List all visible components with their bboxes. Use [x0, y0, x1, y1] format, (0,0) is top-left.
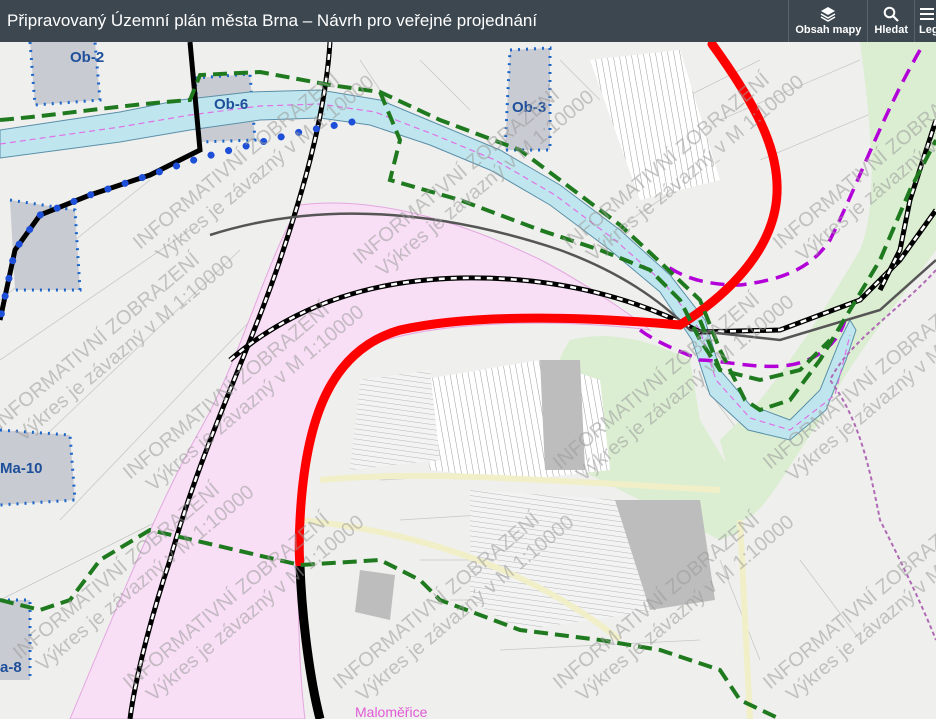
area-label-ob6: Ob-6 [214, 96, 248, 113]
legend-icon [920, 8, 934, 20]
area-label-ob2: Ob-2 [70, 49, 104, 66]
place-label-malomerice: Maloměřice [355, 704, 428, 719]
area-label-ma10: Ma-10 [0, 460, 43, 477]
field-grey-3 [355, 570, 395, 620]
legend-button[interactable]: Legenda [914, 0, 936, 42]
legend-label: Legenda [919, 24, 936, 36]
map-contents-button[interactable]: Obsah mapy [788, 0, 867, 42]
page-title: Připravovaný Územní plán města Brna – Ná… [7, 11, 538, 30]
search-label: Hledat [874, 24, 908, 36]
area-label-ma8: a-8 [0, 659, 22, 676]
toolbar: Obsah mapy Hledat Legenda [788, 0, 936, 42]
layers-icon [820, 7, 836, 22]
search-button[interactable]: Hledat [867, 0, 914, 42]
app-header: Připravovaný Územní plán města Brna – Ná… [0, 0, 936, 42]
field-hatch-4 [350, 370, 440, 470]
map-canvas[interactable]: Ob-2 Ob-6 Ob-3 Ma-10 a-8 Maloměřice INFO… [0, 0, 936, 719]
search-icon [883, 6, 899, 22]
map-contents-label: Obsah mapy [795, 24, 862, 36]
